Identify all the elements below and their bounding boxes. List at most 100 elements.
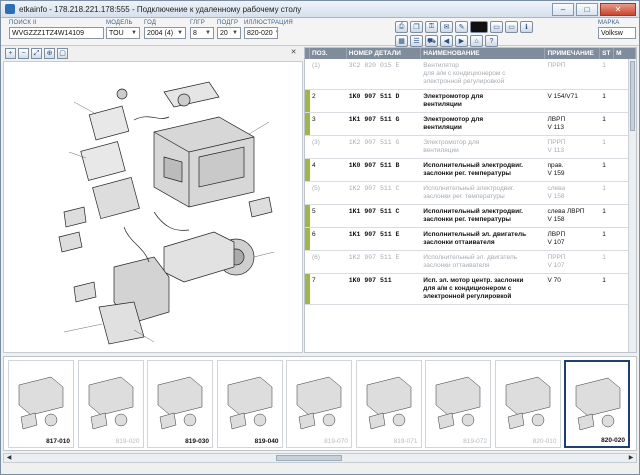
header-st[interactable]: ST <box>600 48 615 59</box>
thumbnail-label: 819-071 <box>393 438 418 445</box>
header-note[interactable]: ПРИМЕЧАНИЕ <box>545 48 601 59</box>
scroll-right-icon[interactable]: ▶ <box>626 454 636 462</box>
thumbnail-card[interactable]: 819-030 <box>147 360 213 448</box>
cell-pos: (6) <box>311 254 320 261</box>
table-row[interactable]: 2 1K0 907 511 D Электромотор для вентиляци… <box>305 90 636 113</box>
cell-name: Исполнительный электродвиг. заслонки рег… <box>423 208 523 223</box>
cell-st: 1 <box>602 208 606 215</box>
close-button[interactable]: ✕ <box>600 2 636 16</box>
toolbar-icons-row2: ▦ ☰ ⛟ ◀ ▶ ⌂ ? <box>395 35 498 47</box>
header-pos[interactable]: ПОЗ. <box>310 48 347 59</box>
toolbar-icons-row1: ⎙ ❐ ⚿ ✉ ✎ ▭ ▭ ℹ <box>395 21 533 33</box>
thumbnail-card[interactable]: 820-010 <box>494 360 561 448</box>
cell-name: Исполнительный эл. двигатель заслонки от… <box>423 231 527 246</box>
cell-part-number: 1K1 907 511 C <box>348 208 400 215</box>
thumbnail-card[interactable]: 819-020 <box>77 360 144 448</box>
thumbnail-image <box>88 376 133 430</box>
lock-icon[interactable]: ⚿ <box>425 21 438 33</box>
thumbnail-card[interactable]: 819-072 <box>425 360 491 448</box>
parts-diagram[interactable] <box>3 61 303 353</box>
maximize-button[interactable]: □ <box>576 2 598 16</box>
cart-icon[interactable]: ⛟ <box>425 35 438 47</box>
close-icon[interactable]: ✕ <box>288 48 299 59</box>
list-icon[interactable]: ☰ <box>410 35 423 47</box>
thumbnails-scrollbar-thumb[interactable] <box>276 455 342 461</box>
cell-part-number: 1K1 907 511 G <box>348 116 400 123</box>
zoom-area-icon[interactable]: ⊕ <box>44 48 55 59</box>
search-input[interactable]: WVGZZZ1TZ4W14109 <box>9 27 104 39</box>
back-icon[interactable]: ◀ <box>440 35 453 47</box>
thumbnail-card[interactable]: 817-010 <box>8 360 74 448</box>
thumbnail-card[interactable]: 819-070 <box>286 360 352 448</box>
header-name[interactable]: НАИМЕНОВАНИЕ <box>421 48 546 59</box>
header-part-number[interactable]: НОМЕР ДЕТАЛИ <box>347 48 422 59</box>
brand-select[interactable]: Volksw <box>598 27 636 39</box>
search-value: WVGZZZ1TZ4W14109 <box>12 29 84 37</box>
search-field: ПОИСК ІІ WVGZZZ1TZ4W14109 <box>9 20 104 39</box>
table-row[interactable]: (5) 1K2 907 511 C Исполнительный электродв… <box>305 182 636 205</box>
window-icon[interactable]: ▭ <box>490 21 503 33</box>
brand-label: МАРКА <box>598 20 620 26</box>
black-box-icon[interactable] <box>470 21 488 33</box>
thumbnail-card[interactable]: 820-020 <box>564 360 630 448</box>
group-value: 8 <box>193 29 197 37</box>
cell-pos: 6 <box>311 231 316 238</box>
chevron-down-icon: ▼ <box>205 30 211 36</box>
home-icon[interactable]: ⌂ <box>470 35 483 47</box>
forward-icon[interactable]: ▶ <box>455 35 468 47</box>
group-label: ГЛГР <box>190 20 205 26</box>
cell-pos: 7 <box>311 277 316 284</box>
table-row[interactable]: 6 1K1 907 511 E Исполнительный эл. двигате… <box>305 228 636 251</box>
table-row[interactable]: 4 1K0 907 511 B Исполнительный электродвиг… <box>305 159 636 182</box>
brand-value: Volksw <box>601 29 623 37</box>
cell-pos: 3 <box>311 116 316 123</box>
cell-st: 1 <box>602 162 606 169</box>
minimize-button[interactable]: – <box>552 2 574 16</box>
model-select[interactable]: TOU ▼ <box>106 27 140 39</box>
cell-note: ПРРП V 107 <box>547 254 566 269</box>
grid-icon[interactable]: ▦ <box>395 35 408 47</box>
illustration-select[interactable]: 820-020▼ <box>244 27 278 39</box>
cell-pos: (3) <box>311 139 320 146</box>
table-row[interactable]: (3) 1K2 907 511 G Электромотор для вентиля… <box>305 136 636 159</box>
cell-st: 1 <box>602 62 606 69</box>
copy-icon[interactable]: ❐ <box>410 21 423 33</box>
table-scrollbar[interactable] <box>628 59 636 352</box>
thumbnail-label: 817-010 <box>46 438 70 445</box>
parts-table: ПОЗ. НОМЕР ДЕТАЛИ НАИМЕНОВАНИЕ ПРИМЕЧАНИ… <box>304 47 637 353</box>
table-scrollbar-thumb[interactable] <box>630 61 635 131</box>
table-row[interactable]: 7 1K0 907 511 Исп. эл. мотор центр. заслон… <box>305 274 636 305</box>
help-icon[interactable]: ? <box>485 35 498 47</box>
search-label: ПОИСК ІІ <box>9 20 37 26</box>
mail-icon[interactable]: ✉ <box>440 21 453 33</box>
subgroup-select[interactable]: 20 ▼ <box>217 27 241 39</box>
print-icon[interactable]: ⎙ <box>395 21 408 33</box>
info-icon[interactable]: ℹ <box>520 21 533 33</box>
scroll-left-icon[interactable]: ◀ <box>4 454 14 462</box>
cell-note: ЛВРП V 113 <box>547 116 566 131</box>
edit-icon[interactable]: ✎ <box>455 21 468 33</box>
cell-note: ПРРП V 113 <box>547 139 566 154</box>
zoom-fit-icon[interactable]: ⤢ <box>31 48 42 59</box>
year-value: 2004 (4) <box>147 29 174 37</box>
zoom-out-icon[interactable]: − <box>18 48 29 59</box>
thumbnails-scrollbar[interactable]: ◀ ▶ <box>3 453 637 463</box>
table-row[interactable]: (1) 3C2 820 015 E Вентилятор для а/м с кон… <box>305 59 636 90</box>
table-row[interactable]: (6) 1K2 907 511 E Исполнительный эл. двига… <box>305 251 636 274</box>
brand-field: МАРКА Volksw <box>598 20 636 39</box>
thumbnail-image <box>157 376 203 430</box>
cell-part-number: 1K0 907 511 B <box>348 162 400 169</box>
table-row[interactable]: 5 1K1 907 511 C Исполнительный электродвиг… <box>305 205 636 228</box>
cell-part-number: 1K0 907 511 D <box>348 93 400 100</box>
year-select[interactable]: 2004 (4) ▼ <box>144 27 186 39</box>
table-row[interactable]: 3 1K1 907 511 G Электромотор для вентиляци… <box>305 113 636 136</box>
thumbnail-image <box>505 376 550 430</box>
fullscreen-icon[interactable]: ▢ <box>57 48 68 59</box>
thumbnail-card[interactable]: 819-040 <box>216 360 283 448</box>
window-icon[interactable]: ▭ <box>505 21 518 33</box>
header-m[interactable]: M <box>614 48 636 59</box>
remote-desktop-icon <box>5 4 15 14</box>
thumbnail-card[interactable]: 819-071 <box>355 360 422 448</box>
group-select[interactable]: 8 ▼ <box>190 27 214 39</box>
zoom-in-icon[interactable]: + <box>5 48 16 59</box>
